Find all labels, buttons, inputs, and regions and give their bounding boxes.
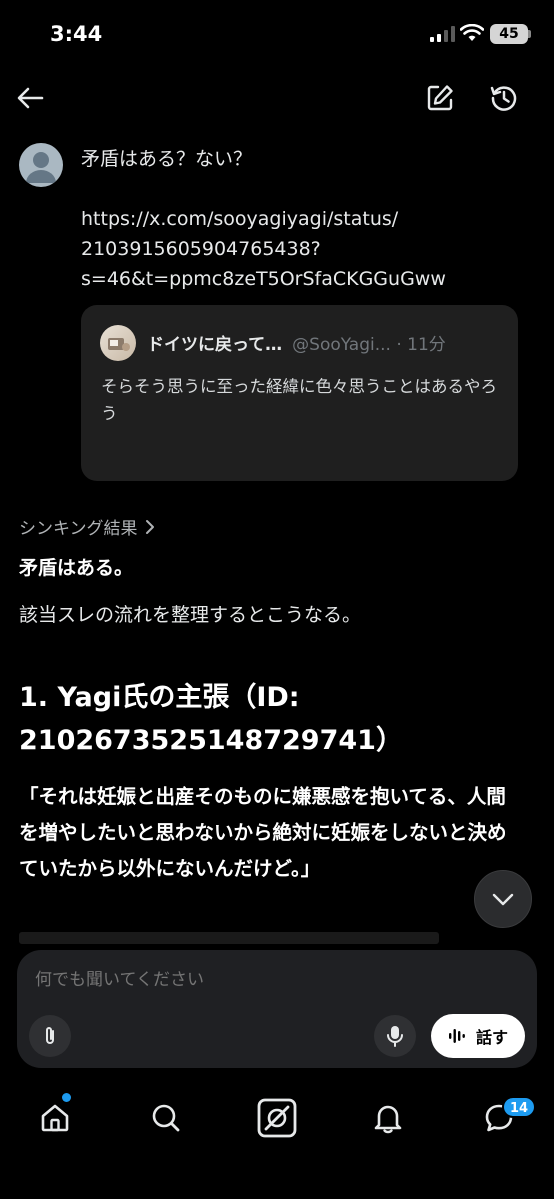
- user-message: 矛盾はある？ない？ https://x.com/sooyagiyagi/stat…: [81, 144, 521, 294]
- default-avatar-icon: [26, 152, 56, 183]
- answer-heading-line-2: 2102673525148729741）: [19, 725, 403, 756]
- url-line-2[interactable]: 2103915605904765438?: [81, 234, 521, 264]
- url-line-3[interactable]: s=46&t=ppmc8zeT5OrSfaCKGGuGww: [81, 264, 521, 294]
- answer-conclusion: 矛盾はある。: [19, 557, 134, 579]
- battery-tip: [528, 30, 531, 38]
- status-bar: 3:44 45: [0, 0, 554, 70]
- nav-grok[interactable]: [253, 1094, 301, 1142]
- prompt-input[interactable]: [35, 970, 515, 990]
- bell-icon: [374, 1105, 402, 1134]
- bottom-navigation: 14: [0, 1080, 554, 1160]
- search-icon: [152, 1104, 180, 1132]
- home-unread-dot: [62, 1093, 71, 1102]
- profile-photo-icon: [108, 338, 130, 351]
- answer-paragraph: 該当スレの流れを整理するとこうなる。: [19, 604, 362, 626]
- voice-waveform-icon: [448, 1029, 465, 1043]
- battery-indicator: 45: [490, 24, 528, 44]
- arrow-left-icon: [17, 87, 44, 109]
- edit-icon: [427, 85, 453, 111]
- new-chat-button[interactable]: [420, 78, 460, 118]
- nav-notifications[interactable]: [364, 1094, 412, 1142]
- chevron-down-icon: [492, 893, 514, 906]
- status-time: 3:44: [50, 22, 103, 46]
- answer-heading-line-1: 1. Yagi氏の主張（ID:: [19, 682, 300, 713]
- attach-button[interactable]: [29, 1015, 71, 1057]
- quoted-post-text: そらそう思うに至った経緯に色々思うことはあるやろう: [101, 377, 497, 423]
- history-icon: [490, 86, 517, 111]
- history-button[interactable]: [484, 78, 524, 118]
- user-message-text: 矛盾はある？ない？: [81, 148, 253, 170]
- thinking-result-label: シンキング結果: [19, 519, 138, 539]
- messages-badge: 14: [502, 1096, 537, 1118]
- composer: 話す: [17, 950, 537, 1068]
- voice-talk-button[interactable]: 話す: [431, 1014, 525, 1058]
- quoted-post-avatar: [100, 325, 136, 361]
- user-avatar[interactable]: [19, 143, 63, 187]
- quoted-post-author: ドイツに戻って…: [147, 335, 283, 355]
- paperclip-icon: [46, 1027, 54, 1044]
- scroll-down-button[interactable]: [474, 870, 532, 928]
- thinking-result-toggle[interactable]: シンキング結果: [19, 514, 156, 539]
- grok-icon: [257, 1098, 297, 1138]
- wifi-icon: [460, 24, 484, 41]
- microphone-icon: [387, 1026, 403, 1047]
- back-button[interactable]: [10, 80, 50, 116]
- faded-text-line: [19, 932, 439, 944]
- chevron-right-icon: [145, 519, 154, 534]
- quoted-post-card[interactable]: ドイツに戻って… @SooYagi... · 11分 そらそう思うに至った経緯に…: [81, 305, 518, 481]
- url-line-1[interactable]: https://x.com/sooyagiyagi/status/: [81, 204, 521, 234]
- nav-search[interactable]: [142, 1094, 190, 1142]
- answer-quote: 「それは妊娠と出産そのものに嫌悪感を抱いてる、人間を増やしたいと思わないから絶対…: [19, 785, 507, 880]
- cellular-signal-icon: [430, 26, 455, 42]
- quoted-post-header: ドイツに戻って… @SooYagi... · 11分: [147, 330, 507, 355]
- answer-heading: 1. Yagi氏の主張（ID: 2102673525148729741）: [19, 676, 539, 762]
- nav-home[interactable]: [31, 1094, 79, 1142]
- quoted-post-handle-time: @SooYagi... · 11分: [292, 335, 446, 355]
- home-icon: [41, 1104, 69, 1132]
- voice-talk-label: 話す: [475, 1028, 508, 1047]
- microphone-button[interactable]: [374, 1015, 416, 1057]
